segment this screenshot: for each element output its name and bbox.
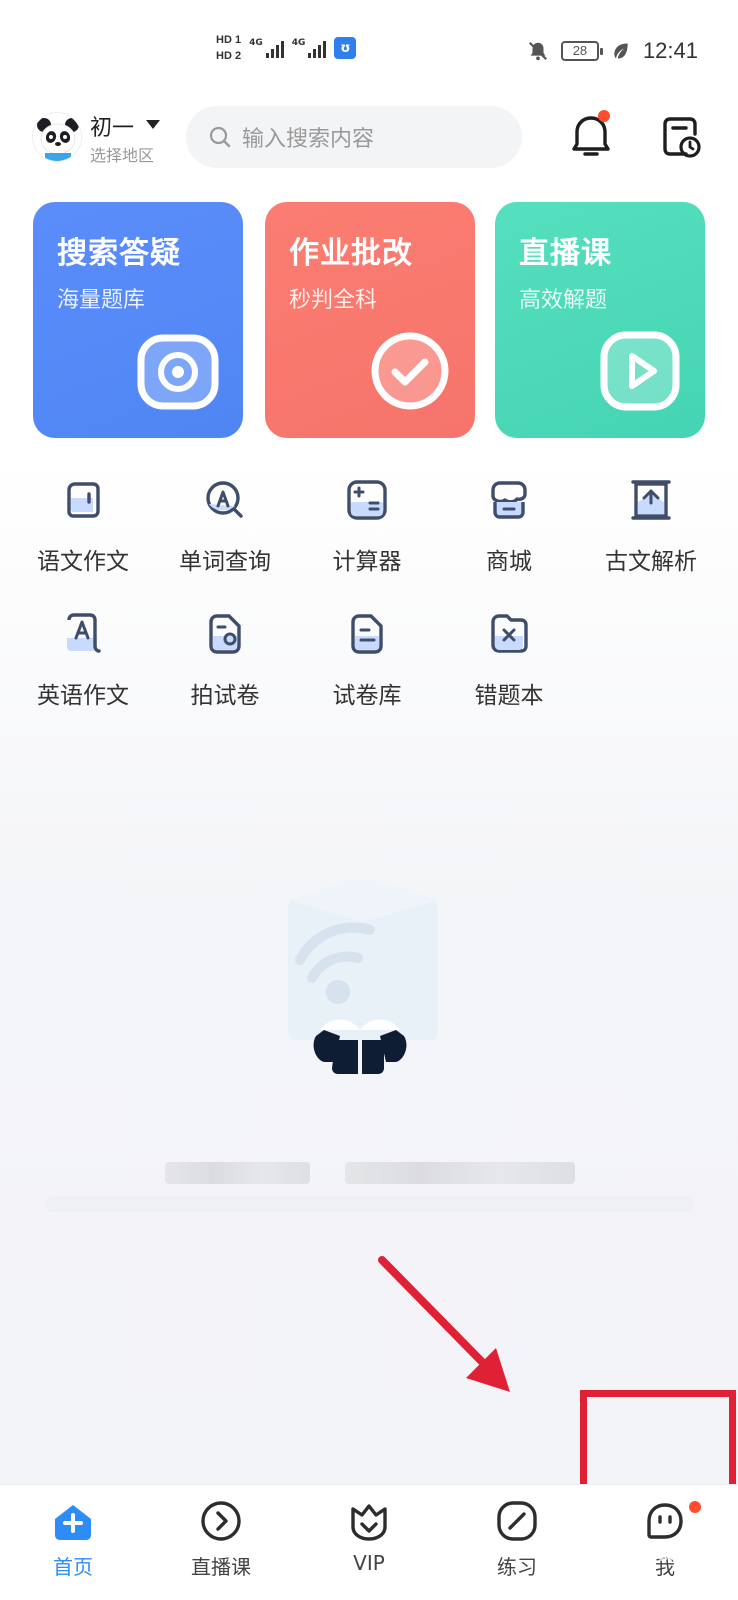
calculator-icon bbox=[347, 480, 387, 520]
tool-calculator[interactable]: 计算器 bbox=[297, 476, 437, 586]
tool-label: 拍试卷 bbox=[190, 683, 260, 709]
network-type-1: 4G bbox=[249, 38, 263, 48]
battery-icon: 28 bbox=[560, 41, 603, 61]
card-search-answer[interactable]: 搜索答疑 海量题库 bbox=[33, 202, 243, 438]
nav-label-vip: VIP bbox=[353, 1551, 385, 1575]
classical-text-icon bbox=[631, 480, 671, 520]
card-subtitle: 高效解题 bbox=[519, 288, 608, 313]
live-play-icon bbox=[201, 1501, 241, 1541]
search-bar[interactable]: 输入搜索内容 bbox=[186, 106, 522, 168]
region-selector[interactable]: 选择地区 bbox=[90, 142, 154, 166]
blurred-text-1 bbox=[165, 1162, 310, 1184]
nav-vip[interactable]: VIP bbox=[309, 1499, 429, 1575]
card-homework-check[interactable]: 作业批改 秒判全科 bbox=[265, 202, 475, 438]
schedule-clock-icon bbox=[663, 117, 701, 158]
tool-shop[interactable]: 商城 bbox=[439, 476, 579, 586]
tool-photo-paper[interactable]: 拍试卷 bbox=[155, 610, 295, 720]
tool-label: 试卷库 bbox=[332, 683, 402, 709]
hd-stack: HD 1 HD 2 bbox=[216, 34, 241, 62]
annotation-arrow-icon bbox=[378, 1256, 510, 1392]
grade-selector[interactable]: 初一 bbox=[90, 110, 134, 142]
tool-word-lookup[interactable]: 单词查询 bbox=[155, 476, 295, 586]
card-live-class[interactable]: 直播课 高效解题 bbox=[495, 202, 705, 438]
tool-english-essay[interactable]: 英语作文 bbox=[13, 610, 153, 720]
card-subtitle: 秒判全科 bbox=[289, 288, 378, 313]
blurred-shadow bbox=[45, 1196, 695, 1212]
panda-avatar-icon bbox=[33, 113, 81, 161]
paper-library-icon bbox=[351, 614, 383, 654]
tool-label: 商城 bbox=[486, 549, 532, 575]
practice-pencil-icon bbox=[497, 1501, 537, 1541]
caret-down-icon[interactable] bbox=[146, 120, 160, 129]
tool-classical-chinese[interactable]: 古文解析 bbox=[581, 476, 721, 586]
word-search-icon bbox=[206, 481, 243, 518]
notification-button[interactable] bbox=[570, 110, 612, 160]
card-subtitle: 海量题库 bbox=[57, 288, 146, 313]
status-bar: HD 1 HD 2 4G 4G ʊ 28 12:41 bbox=[0, 0, 738, 100]
nav-label-practice: 练习 bbox=[497, 1555, 537, 1579]
tool-label: 错题本 bbox=[474, 683, 544, 709]
status-left: HD 1 HD 2 4G 4G ʊ bbox=[216, 34, 357, 62]
status-right: 28 12:41 bbox=[527, 38, 698, 64]
network-type-2: 4G bbox=[291, 38, 306, 48]
card-title: 作业批改 bbox=[289, 236, 413, 271]
nav-label-live: 直播课 bbox=[191, 1555, 251, 1579]
hd1-label: HD 1 bbox=[216, 34, 242, 46]
card-title: 直播课 bbox=[519, 236, 612, 271]
shop-icon bbox=[491, 481, 527, 519]
tool-paper-library[interactable]: 试卷库 bbox=[297, 610, 437, 720]
camera-icon bbox=[137, 334, 219, 410]
vpn-shield-icon: ʊ bbox=[334, 37, 357, 59]
profile-badge bbox=[689, 1501, 701, 1513]
english-essay-icon bbox=[67, 613, 101, 653]
schedule-button[interactable] bbox=[660, 114, 702, 160]
check-circle-icon bbox=[371, 332, 449, 410]
search-icon bbox=[209, 126, 231, 148]
vip-crown-icon bbox=[351, 1504, 387, 1541]
mistake-book-icon bbox=[491, 614, 528, 653]
tool-mistake-book[interactable]: 错题本 bbox=[439, 610, 579, 720]
nav-home[interactable]: 首页 bbox=[13, 1499, 133, 1580]
home-plus-icon bbox=[55, 1505, 91, 1540]
watermark-url: jingyan.baidu.com bbox=[634, 1572, 731, 1586]
clock: 12:41 bbox=[642, 38, 698, 63]
notification-badge bbox=[598, 110, 610, 122]
no-network-illustration bbox=[288, 880, 438, 1074]
card-title: 搜索答疑 bbox=[57, 236, 181, 271]
nav-practice[interactable]: 练习 bbox=[457, 1499, 577, 1580]
chinese-essay-icon bbox=[67, 482, 100, 518]
tool-label: 古文解析 bbox=[605, 549, 697, 575]
tool-label: 单词查询 bbox=[179, 549, 271, 575]
watermark-brand: Baidu经验 bbox=[596, 1536, 730, 1567]
signal-icon: 4G bbox=[249, 38, 284, 58]
nav-label-home: 首页 bbox=[53, 1555, 93, 1579]
tool-label: 计算器 bbox=[332, 549, 402, 575]
leaf-icon bbox=[614, 43, 628, 59]
signal-icon-2: 4G bbox=[292, 38, 327, 58]
avatar[interactable] bbox=[32, 112, 82, 162]
tool-chinese-essay[interactable]: 语文作文 bbox=[13, 476, 153, 586]
hd2-label: HD 2 bbox=[216, 50, 242, 62]
search-placeholder: 输入搜索内容 bbox=[242, 127, 375, 152]
blurred-text-2 bbox=[345, 1162, 575, 1184]
photo-paper-icon bbox=[209, 614, 241, 654]
tool-label: 语文作文 bbox=[37, 549, 129, 575]
app-header: 初一 选择地区 输入搜索内容 bbox=[0, 104, 738, 170]
bell-muted-icon bbox=[528, 41, 547, 61]
nav-live[interactable]: 直播课 bbox=[161, 1499, 281, 1580]
tool-label: 英语作文 bbox=[37, 683, 129, 709]
play-icon bbox=[600, 331, 680, 411]
